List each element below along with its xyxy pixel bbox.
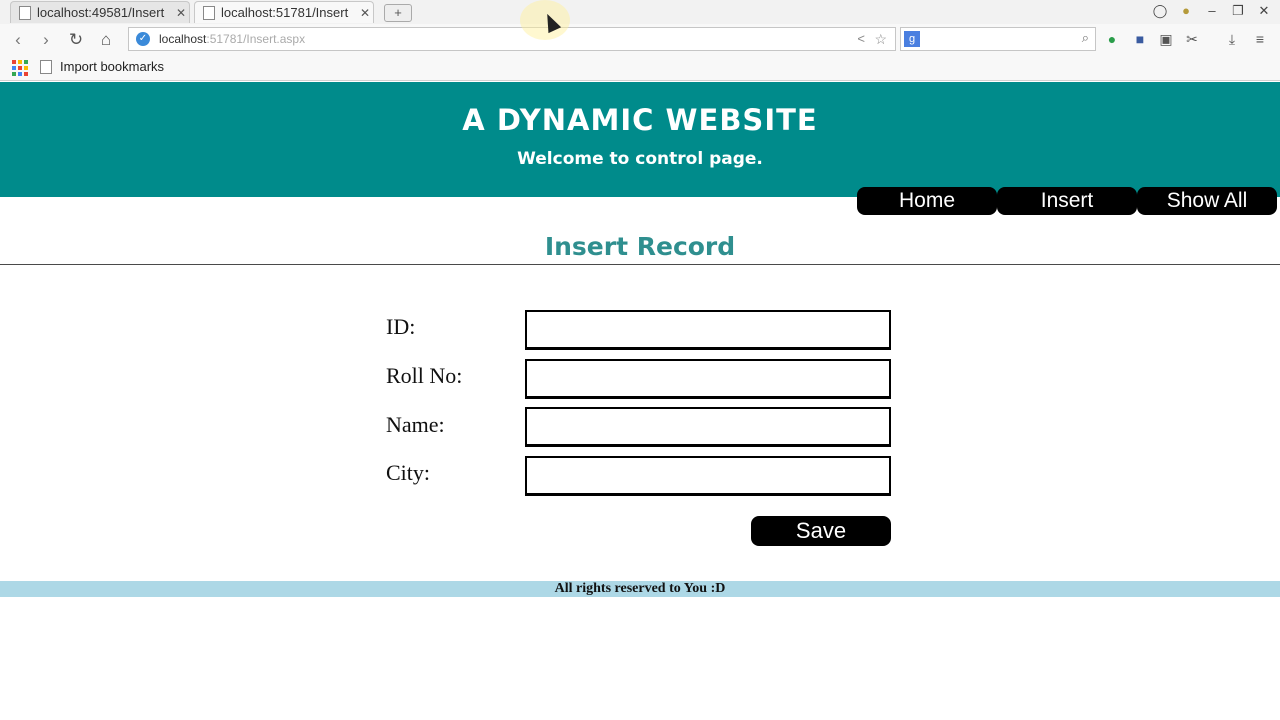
extension-green-icon[interactable]: ● (1102, 29, 1122, 49)
page-icon (203, 5, 215, 20)
tab-active[interactable]: localhost:51781/Insert ✕ (194, 1, 374, 23)
city-input[interactable] (525, 456, 891, 496)
search-engine-icon[interactable]: g (904, 31, 920, 47)
forward-icon[interactable]: › (36, 30, 56, 50)
extension-blue-icon[interactable]: ■ (1130, 29, 1150, 49)
close-tab-icon[interactable]: ✕ (173, 6, 189, 20)
secure-icon: ✓ (136, 32, 150, 46)
profile-icon[interactable]: ◯ (1150, 3, 1170, 19)
address-bar[interactable]: ✓ localhost:51781/Insert.aspx < ☆ (128, 27, 896, 51)
page-icon (19, 5, 31, 20)
site-subtitle: Welcome to control page. (517, 149, 763, 169)
tab-first[interactable]: localhost:49581/Insert ✕ (10, 1, 190, 23)
tab-strip: localhost:49581/Insert ✕ localhost:51781… (0, 0, 1280, 24)
home-icon[interactable]: ⌂ (96, 30, 116, 50)
back-icon[interactable]: ‹ (8, 30, 28, 50)
restore-icon[interactable]: ❐ (1228, 3, 1248, 19)
bookmarks-bar: Import bookmarks (0, 56, 1280, 81)
minimize-icon[interactable]: – (1202, 3, 1222, 18)
page-content: A DYNAMIC WEBSITE Welcome to control pag… (0, 82, 1280, 720)
new-tab-button[interactable]: + (384, 4, 412, 22)
apps-icon[interactable] (12, 60, 28, 76)
address-text: localhost:51781/Insert.aspx (159, 28, 305, 50)
tab-title: localhost:49581/Insert (37, 5, 165, 20)
bookmark-label: Import bookmarks (60, 59, 165, 74)
name-input[interactable] (525, 407, 891, 447)
extension-gift-icon[interactable]: ▣ (1156, 29, 1176, 49)
nav-insert-button[interactable]: Insert (997, 187, 1137, 215)
tab-title: localhost:51781/Insert (221, 5, 349, 20)
footer: All rights reserved to You :D (0, 581, 1280, 597)
roll-no-label: Roll No: (386, 363, 463, 388)
city-label: City: (386, 460, 431, 485)
nav-show-all-button[interactable]: Show All (1137, 187, 1277, 215)
scissors-icon[interactable]: ✂ (1182, 29, 1202, 49)
id-label: ID: (386, 314, 416, 339)
address-host: localhost (159, 32, 207, 46)
roll-no-input[interactable] (525, 359, 891, 399)
page-icon (40, 59, 52, 74)
section-title: Insert Record (544, 232, 736, 261)
site-header: A DYNAMIC WEBSITE Welcome to control pag… (0, 82, 1280, 197)
import-bookmarks-link[interactable]: Import bookmarks (40, 59, 164, 74)
search-icon[interactable]: ⌕ (1082, 30, 1089, 46)
nav-home-button[interactable]: Home (857, 187, 997, 215)
menu-icon[interactable]: ≡ (1250, 29, 1270, 49)
user-icon[interactable]: ● (1176, 3, 1196, 18)
reload-icon[interactable]: ↻ (66, 30, 86, 50)
id-input[interactable] (525, 310, 891, 350)
close-tab-icon[interactable]: ✕ (357, 6, 373, 20)
name-label: Name: (386, 412, 445, 437)
search-box[interactable]: g ⌕ (900, 27, 1096, 51)
download-icon[interactable]: ⤓ (1222, 29, 1242, 49)
save-button[interactable]: Save (751, 516, 891, 546)
nav-menu: Home Insert Show All (857, 187, 1277, 215)
star-icon[interactable]: ☆ (874, 28, 887, 50)
browser-toolbar: ‹ › ↻ ⌂ ✓ localhost:51781/Insert.aspx < … (0, 24, 1280, 56)
divider (0, 264, 1280, 265)
site-title: A DYNAMIC WEBSITE (462, 103, 818, 137)
share-icon[interactable]: < (857, 28, 865, 50)
address-path: :51781/Insert.aspx (206, 32, 306, 46)
close-window-icon[interactable]: ✕ (1254, 3, 1274, 19)
